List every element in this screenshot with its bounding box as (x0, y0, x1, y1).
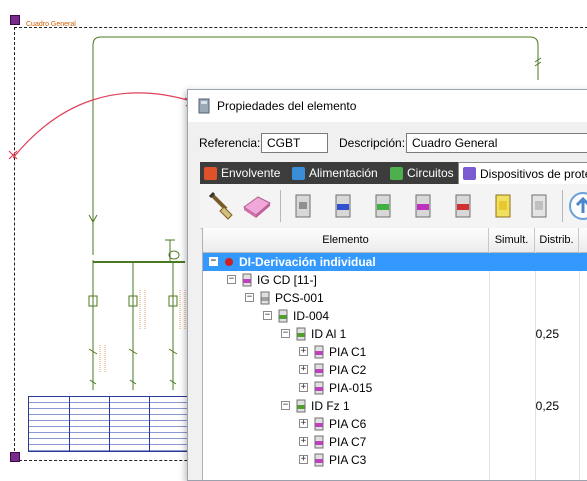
grid-row[interactable]: − ID-004 (203, 307, 587, 325)
grid-row[interactable]: − IG CD [11-] (203, 271, 587, 289)
device-node-icon (314, 435, 324, 449)
device-node-icon (224, 255, 234, 269)
reference-row: Referencia: CGBT Descripción: Cuadro Gen… (188, 133, 587, 153)
device-red-icon[interactable] (446, 189, 480, 223)
device-node-icon (242, 273, 252, 287)
grid-row-label: ID Fz 1 (311, 399, 350, 413)
device-node-icon (296, 327, 306, 341)
grid-row[interactable]: + PIA C3 (203, 451, 587, 469)
device-blue-icon[interactable] (326, 189, 360, 223)
column-header-distrib[interactable]: Distrib. (535, 228, 579, 252)
grid-row[interactable]: + PIA C1 (203, 343, 587, 361)
expand-icon[interactable]: + (299, 419, 308, 428)
collapse-icon[interactable]: − (263, 311, 272, 320)
collapse-icon[interactable]: − (281, 401, 290, 410)
properties-dialog[interactable]: Propiedades del elemento Referencia: CGB… (187, 89, 587, 481)
schematic-summary-table (28, 396, 188, 452)
grid-row[interactable]: + PIA C2 (203, 361, 587, 379)
collapse-icon[interactable]: − (209, 257, 218, 266)
element-properties-icon (198, 98, 210, 114)
elements-grid[interactable]: Elemento Simult. Distrib. − DI-Derivación… (202, 228, 587, 480)
grid-row[interactable]: + PIA C7 (203, 433, 587, 451)
grid-row-label: IG CD [11-] (257, 273, 317, 287)
descripcion-field[interactable]: Cuadro General (406, 133, 587, 153)
grid-row-label: PIA C1 (329, 345, 367, 359)
grid-row-label: PIA C6 (329, 417, 367, 431)
device-node-icon (296, 399, 306, 413)
grid-row-label: PIA-015 (329, 381, 373, 395)
tab-circuitos-label: Circuitos (407, 166, 454, 180)
tab-dispositivos-label: Dispositivos de prote (480, 166, 587, 181)
collapse-icon[interactable]: − (281, 329, 290, 338)
enclosure-icon (204, 166, 217, 180)
grid-row-label: PIA C2 (329, 363, 367, 377)
grid-row-label: ID Al 1 (311, 327, 347, 341)
tab-alimentacion-label: Alimentación (309, 166, 378, 180)
arrow-up-icon[interactable] (566, 189, 587, 223)
grid-header: Elemento Simult. Distrib. (203, 228, 587, 253)
supply-icon (292, 166, 305, 180)
device-node-icon (314, 345, 324, 359)
device-magenta-icon[interactable] (406, 189, 440, 223)
device-node-icon (314, 417, 324, 431)
grid-row[interactable]: − ID Al 1 0,25 (203, 325, 587, 343)
device-toolbar (200, 184, 587, 229)
referencia-field[interactable]: CGBT (261, 133, 328, 153)
tab-envolvente-label: Envolvente (221, 166, 281, 180)
grid-row[interactable]: − PCS-001 (203, 289, 587, 307)
collapse-icon[interactable]: − (227, 275, 236, 284)
dialog-titlebar[interactable]: Propiedades del elemento (188, 90, 587, 122)
tab-dispositivos[interactable]: Dispositivos de prote (458, 162, 587, 184)
tab-envolvente[interactable]: Envolvente (200, 162, 288, 184)
circuits-icon (390, 166, 403, 180)
eraser-tool-icon[interactable] (240, 189, 274, 223)
tab-circuitos[interactable]: Circuitos (386, 162, 458, 184)
column-header-simult[interactable]: Simult. (489, 228, 535, 252)
grid-row-simult: 0,25 (535, 327, 559, 341)
grid-row-label: ID-004 (293, 309, 330, 323)
expand-icon[interactable]: + (299, 455, 308, 464)
expand-icon[interactable]: + (299, 347, 308, 356)
device-node-icon (260, 291, 270, 305)
dialog-title: Propiedades del elemento (217, 99, 357, 113)
grid-row-label: PIA C7 (329, 435, 367, 449)
brush-tool-icon[interactable] (204, 189, 238, 223)
device-green-icon[interactable] (366, 189, 400, 223)
expand-icon[interactable]: + (299, 365, 308, 374)
device-gray-icon[interactable] (286, 189, 320, 223)
tab-bar: Envolvente Alimentación Circuitos Dispos… (200, 162, 587, 184)
expand-icon[interactable]: + (299, 437, 308, 446)
grid-row-simult: 0,25 (535, 399, 559, 413)
referencia-label: Referencia: (199, 136, 261, 150)
grid-row[interactable]: + PIA-015 (203, 379, 587, 397)
descripcion-label: Descripción: (339, 136, 406, 150)
collapse-icon[interactable]: − (245, 293, 254, 302)
grid-row[interactable]: + PIA C6 (203, 415, 587, 433)
grid-row-label: DI-Derivación individual (239, 255, 376, 269)
column-header-elemento[interactable]: Elemento (203, 228, 489, 252)
device-node-icon (314, 381, 324, 395)
grid-row[interactable]: − ID Fz 1 0,25 (203, 397, 587, 415)
device-plain-icon[interactable] (522, 189, 556, 223)
expand-icon[interactable]: + (299, 383, 308, 392)
grid-row[interactable]: − DI-Derivación individual (203, 253, 587, 271)
device-yellow-icon[interactable] (486, 189, 520, 223)
device-node-icon (314, 453, 324, 467)
tab-alimentacion[interactable]: Alimentación (288, 162, 386, 184)
grid-row-label: PCS-001 (275, 291, 324, 305)
device-node-icon (278, 309, 288, 323)
device-node-icon (314, 363, 324, 377)
grid-row-label: PIA C3 (329, 453, 367, 467)
devices-icon (463, 167, 476, 180)
